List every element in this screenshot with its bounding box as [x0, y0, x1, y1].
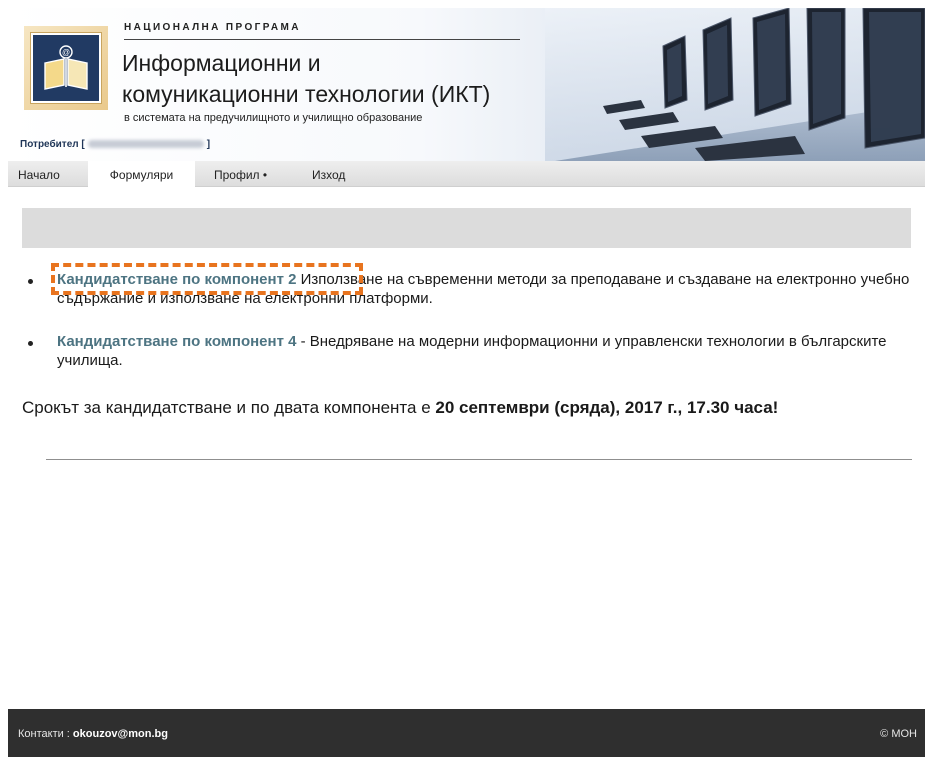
content-banner: [22, 208, 911, 248]
content-divider: [46, 459, 912, 460]
user-label-close: ]: [206, 139, 211, 150]
apply-component-4-link[interactable]: Кандидатстване по компонент 4: [57, 333, 296, 350]
component-list: Кандидатстване по компонент 2 Използване…: [22, 263, 912, 370]
footer-contacts: Контакти : okouzov@mon.bg: [18, 728, 168, 740]
bullet-icon: [28, 279, 33, 284]
nav-profile[interactable]: Профил •: [206, 161, 275, 187]
nav-forms[interactable]: Формуляри: [88, 161, 195, 187]
site-subtitle: в системата на предучилищното и училищно…: [124, 112, 423, 124]
bullet-icon: [28, 341, 33, 346]
current-user: Потребител []: [20, 139, 210, 150]
svg-text:@: @: [62, 48, 70, 57]
copyright: © МОН: [880, 728, 917, 740]
site-header: @ НАЦИОНАЛНА ПРОГРАМА Информационни и ко…: [8, 8, 925, 161]
nav-exit[interactable]: Изход: [304, 161, 353, 187]
program-label: НАЦИОНАЛНА ПРОГРАМА: [124, 22, 301, 33]
contacts-label: Контакти :: [18, 728, 73, 740]
contact-email-link[interactable]: okouzov@mon.bg: [73, 728, 168, 740]
program-logo: @: [24, 26, 108, 110]
list-item-component-4: Кандидатстване по компонент 4 - Внедрява…: [22, 332, 912, 370]
list-item-component-2: Кандидатстване по компонент 2 Използване…: [22, 263, 912, 308]
deadline-date: 20 септември (сряда), 2017 г., 17.30 час…: [435, 398, 779, 417]
header-divider: [124, 39, 520, 40]
nav-home[interactable]: Начало: [12, 161, 66, 187]
main-nav: Начало Формуляри Профил • Изход: [8, 161, 925, 187]
site-title-line1: Информационни и: [122, 50, 321, 76]
user-email-redacted: [87, 140, 204, 149]
computer-lab-illustration: [545, 8, 925, 161]
user-label: Потребител [: [20, 139, 85, 150]
site-title-line2: комуникационни технологии (ИКТ): [122, 81, 491, 107]
deadline-notice: Срокът за кандидатстване и по двата комп…: [22, 398, 912, 418]
deadline-prefix: Срокът за кандидатстване и по двата комп…: [22, 398, 436, 417]
apply-component-2-link[interactable]: Кандидатстване по компонент 2: [57, 271, 296, 288]
site-footer: Контакти : okouzov@mon.bg © МОН: [8, 709, 925, 757]
open-book-at-icon: @: [31, 33, 101, 103]
